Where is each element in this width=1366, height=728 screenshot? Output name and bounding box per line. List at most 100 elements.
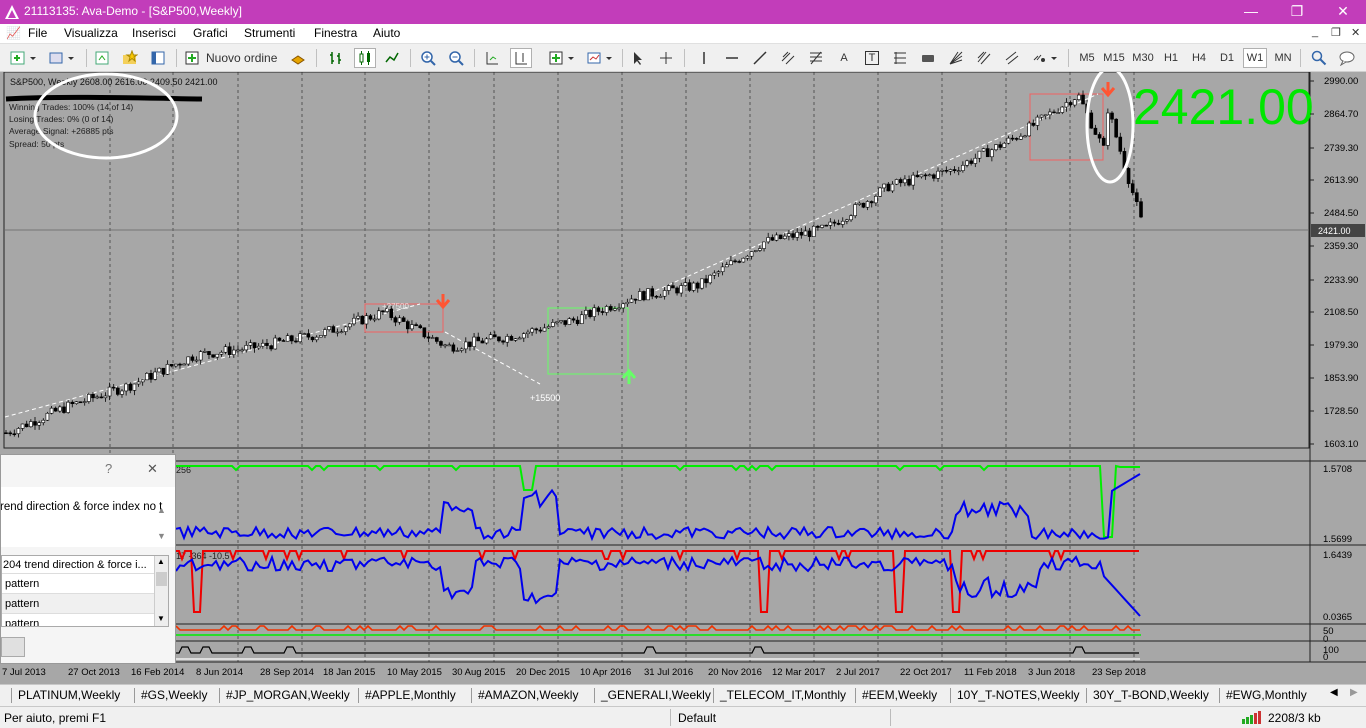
mdi-restore-button[interactable]: ❐ [1331,26,1341,39]
candlestick-series [4,90,1143,438]
menu-view[interactable]: Visualizza [64,26,118,40]
vertical-line-tool-button[interactable] [694,48,714,68]
menu-file[interactable]: File [28,26,47,40]
auto-scroll-button[interactable] [482,48,502,68]
search-button[interactable] [1308,48,1330,68]
dialog-list[interactable]: 204 trend direction & force i... pattern… [1,555,169,627]
dialog-list-row[interactable]: pattern [2,574,168,594]
chart-tab[interactable]: 30Y_T-BOND,Weekly [1093,688,1209,702]
tabs-scroll-left-icon[interactable]: ◀ [1330,687,1338,698]
mdi-close-button[interactable]: ✕ [1351,26,1360,39]
candle-body [277,337,282,341]
close-button[interactable]: ✕ [1320,0,1366,24]
horizontal-line-tool-button[interactable] [722,48,742,68]
timeframe-d1-button[interactable]: D1 [1215,48,1239,68]
gann-fan-tool-button[interactable] [946,48,966,68]
menu-help[interactable]: Aiuto [373,26,400,40]
chart-tab[interactable]: #APPLE,Monthly [365,688,456,702]
menu-window[interactable]: Finestra [314,26,357,40]
chevron-up-icon[interactable]: ▲ [157,557,165,566]
timeframe-m5-button[interactable]: M5 [1075,48,1099,68]
zoom-in-button[interactable] [418,48,438,68]
fibo-expansion-tool-button[interactable] [890,48,910,68]
indicator-dialog[interactable]: ? ✕ rend direction & force index no t ▲ … [0,454,176,664]
scroll-thumb[interactable] [156,572,167,586]
dialog-list-scrollbar[interactable]: ▲ ▼ [154,556,168,626]
dialog-button[interactable] [1,637,25,657]
new-chart-button[interactable] [8,48,42,68]
regression-channel-tool-button[interactable] [1002,48,1022,68]
market-watch-button[interactable] [92,48,112,68]
candle-body [306,333,311,338]
favorites-button[interactable] [120,48,140,68]
toolbar-separator [1300,49,1301,67]
candle-body [120,390,124,395]
timeframe-w1-button[interactable]: W1 [1243,48,1267,68]
andrews-pitchfork-tool-button[interactable] [974,48,994,68]
chart-tab[interactable]: 10Y_T-NOTES,Weekly [957,688,1079,702]
candlestick-chart-button[interactable] [354,48,376,68]
ind2-axis-top: 1.6439 [1323,550,1352,561]
crosshair-tool-button[interactable] [656,48,676,68]
zoom-out-button[interactable] [446,48,466,68]
mdi-minimize-button[interactable]: _ [1312,26,1318,38]
chart-menu-icon[interactable]: 📈 [6,26,21,40]
sell-arrow-icon [1100,82,1116,98]
templates-button[interactable] [584,48,618,68]
chart-canvas[interactable]: +15500 +27500 S&P500, Weekly 2608.00 261… [0,72,1366,684]
rectangle-tool-button[interactable] [918,48,938,68]
candle-body [49,407,54,414]
menu-insert[interactable]: Inserisci [132,26,176,40]
chart-tab[interactable]: _GENERALI,Weekly [601,688,711,702]
chart-tab[interactable]: #AMAZON,Weekly [478,688,578,702]
chart-tab[interactable]: #GS,Weekly [141,688,207,702]
arrows-tool-button[interactable] [1030,48,1062,68]
bar-chart-button[interactable] [326,48,346,68]
profiles-button[interactable] [46,48,80,68]
regression-channel-icon [1005,51,1019,65]
chart-tab[interactable]: #JP_MORGAN,Weekly [226,688,350,702]
candle-body [720,266,725,273]
tabs-scroll-right-icon[interactable]: ▶ [1350,687,1358,698]
minimize-button[interactable]: — [1228,0,1274,24]
navigator-button[interactable] [148,48,168,68]
trendline-tool-button[interactable] [750,48,770,68]
dialog-help-button[interactable]: ? [105,461,112,476]
scroll-up-icon[interactable]: ▲ [157,505,166,515]
chart-tab[interactable]: #EWG,Monthly [1226,688,1307,702]
chevron-down-icon[interactable]: ▼ [157,614,165,623]
dialog-list-row[interactable]: pattern [2,594,168,614]
equidistant-channel-tool-button[interactable] [778,48,798,68]
dialog-close-button[interactable]: ✕ [147,461,158,477]
candle-body [604,306,609,313]
chart-shift-button[interactable] [510,48,532,68]
chat-button[interactable] [1336,48,1360,68]
timeframe-mn-button[interactable]: MN [1271,48,1295,68]
menu-charts[interactable]: Grafici [193,26,228,40]
autotrading-button[interactable] [288,48,308,68]
line-chart-button[interactable] [382,48,402,68]
chart-tab[interactable]: _TELECOM_IT,Monthly [720,688,846,702]
fibonacci-tool-button[interactable] [806,48,826,68]
menu-tools[interactable]: Strumenti [244,26,295,40]
dialog-list-row[interactable]: pattern [2,614,168,626]
dialog-list-header[interactable]: 204 trend direction & force i... [2,556,168,574]
cursor-tool-button[interactable] [628,48,648,68]
text-tool-button[interactable]: A [834,48,854,68]
restore-button[interactable]: ❐ [1274,0,1320,24]
tab-divider [1086,688,1087,703]
timeframe-h1-button[interactable]: H1 [1159,48,1183,68]
timeframe-m30-button[interactable]: M30 [1131,48,1155,68]
candle-body [1093,127,1098,135]
signal-line-2 [444,331,541,385]
candle-body [472,336,476,347]
new-order-button[interactable]: Nuovo ordine [184,48,284,68]
scroll-down-icon[interactable]: ▼ [157,531,166,541]
chart-window[interactable]: +15500 +27500 S&P500, Weekly 2608.00 261… [0,72,1366,684]
timeframe-m15-button[interactable]: M15 [1102,48,1126,68]
chart-tab[interactable]: #EEM,Weekly [862,688,937,702]
text-label-tool-button[interactable]: T [862,48,882,68]
indicators-button[interactable] [546,48,580,68]
chart-tab[interactable]: PLATINUM,Weekly [18,688,120,702]
timeframe-h4-button[interactable]: H4 [1187,48,1211,68]
